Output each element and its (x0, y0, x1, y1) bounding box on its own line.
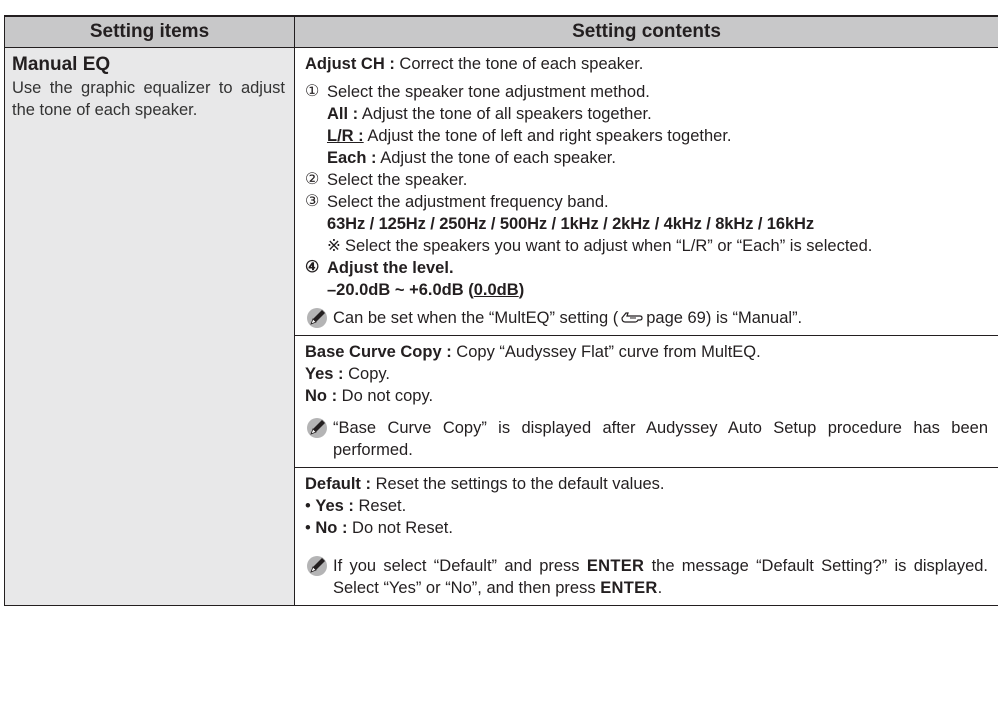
base-curve-no-label: No : (305, 387, 338, 405)
step-3-text: Select the adjustment frequency band. (327, 193, 609, 211)
option-each-label: Each : (327, 149, 377, 167)
level-range-close: ) (518, 281, 525, 299)
pencil-icon (307, 556, 327, 576)
default-no-label: No : (315, 519, 348, 537)
default-note-part1: If you select “Default” and press (333, 557, 587, 575)
table-row: Manual EQ Use the graphic equalizer to a… (4, 47, 998, 606)
header-setting-items: Setting items (4, 15, 295, 48)
option-all-text: Adjust the tone of all speakers together… (358, 105, 652, 123)
step-1-number: ① (305, 83, 320, 100)
option-each-text: Adjust the tone of each speaker. (376, 149, 616, 167)
step-4-number: ④ (305, 259, 320, 276)
base-curve-note: “Base Curve Copy” is displayed after Aud… (305, 417, 988, 461)
step-2-text: Select the speaker. (327, 171, 468, 189)
step-4-text: Adjust the level. (327, 259, 454, 277)
pencil-icon (307, 308, 327, 328)
adjust-ch-text: Correct the tone of each speaker. (394, 55, 644, 73)
default-yes-text: Reset. (353, 497, 407, 515)
page-reference-icon (621, 312, 643, 323)
base-curve-yes-text: Copy. (343, 365, 390, 383)
adjust-ch-note-text: Can be set when the “MultEQ” setting ( pa… (333, 307, 802, 329)
default-no-text: Do not Reset. (347, 519, 453, 537)
base-curve-note-text: “Base Curve Copy” is displayed after Aud… (333, 419, 988, 459)
enter-key-label: ENTER (600, 579, 658, 597)
adjust-ch-note: Can be set when the “MultEQ” setting ( pa… (305, 307, 988, 329)
adjust-ch-label: Adjust CH : (305, 55, 395, 73)
note-mark: ※ (327, 237, 341, 255)
settings-table: Setting items Setting contents Manual EQ… (4, 15, 998, 606)
table-header-row: Setting items Setting contents (4, 15, 998, 48)
bullet: • (305, 497, 311, 515)
option-lr-label: L/R : (327, 127, 364, 145)
adjust-ch-cell: Adjust CH : Correct the tone of each spe… (294, 47, 998, 336)
level-default: 0.0dB (473, 281, 519, 299)
option-all-label: All : (327, 105, 359, 123)
item-cell: Manual EQ Use the graphic equalizer to a… (4, 47, 295, 606)
step-3-number: ③ (305, 193, 320, 210)
default-yes-label: Yes : (315, 497, 354, 515)
step-2-number: ② (305, 171, 320, 188)
base-curve-label: Base Curve Copy : (305, 343, 452, 361)
default-cell: Default : Reset the settings to the defa… (294, 467, 998, 606)
base-curve-no-text: Do not copy. (337, 387, 434, 405)
bullet: • (305, 519, 311, 537)
default-note-part3: . (657, 579, 663, 597)
item-title: Manual EQ (12, 54, 111, 75)
note-page-ref[interactable]: page 69 (646, 309, 706, 327)
note-text-before: Can be set when the “MultEQ” setting ( (333, 309, 619, 327)
level-range: –20.0dB ~ +6.0dB (0.0dB) (305, 279, 988, 301)
note-text-after: ) is “Manual”. (705, 309, 803, 327)
default-note-text: If you select “Default” and press ENTER … (333, 555, 988, 599)
header-setting-contents: Setting contents (294, 15, 998, 48)
default-note: If you select “Default” and press ENTER … (305, 555, 988, 599)
step-3-note: Select the speakers you want to adjust w… (345, 237, 873, 255)
base-curve-yes-label: Yes : (305, 365, 344, 383)
base-curve-cell: Base Curve Copy : Copy “Audyssey Flat” c… (294, 335, 998, 468)
frequency-bands: 63Hz / 125Hz / 250Hz / 500Hz / 1kHz / 2k… (327, 215, 814, 233)
level-range-text: –20.0dB ~ +6.0dB ( (327, 281, 474, 299)
enter-key-label: ENTER (586, 557, 645, 575)
default-label: Default : (305, 475, 371, 493)
option-lr-text: Adjust the tone of left and right speake… (363, 127, 732, 145)
step-1-text: Select the speaker tone adjustment metho… (327, 83, 650, 101)
base-curve-text: Copy “Audyssey Flat” curve from MultEQ. (451, 343, 761, 361)
pencil-icon (307, 418, 327, 438)
item-description: Use the graphic equalizer to adjust the … (12, 79, 285, 119)
default-text: Reset the settings to the default values… (371, 475, 665, 493)
